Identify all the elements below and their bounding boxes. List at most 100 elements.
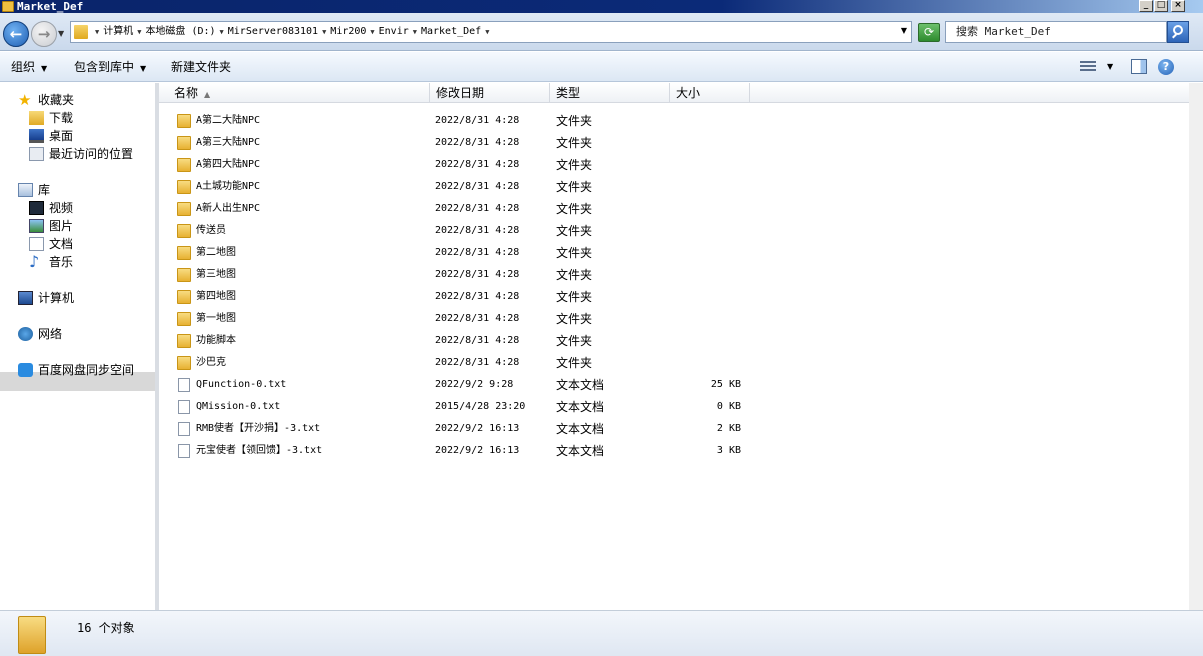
file-type: 文件夹	[556, 334, 593, 348]
include-label: 包含到库中	[74, 60, 135, 74]
desktop-icon	[29, 129, 44, 143]
file-date: 2022/8/31 4:28	[435, 115, 520, 126]
folder-icon	[177, 246, 191, 260]
chevron-down-icon[interactable]: ▼	[322, 28, 326, 36]
views-icon[interactable]	[1080, 61, 1096, 73]
column-label: 名称	[174, 86, 199, 100]
details-pane: 16 个对象	[0, 610, 1203, 656]
column-header-date[interactable]: 修改日期	[430, 83, 550, 103]
breadcrumb-item[interactable]: MirServer083101	[228, 26, 318, 37]
file-size	[669, 220, 741, 242]
video-icon	[29, 201, 44, 215]
folder-icon	[177, 136, 191, 150]
column-header-name[interactable]: 名称 ▲	[168, 83, 430, 103]
chevron-down-icon[interactable]: ▼	[370, 28, 374, 36]
title-bar: Market_Def _ □ ×	[0, 0, 1203, 13]
file-date: 2022/8/31 4:28	[435, 269, 520, 280]
help-icon[interactable]: ?	[1158, 59, 1174, 75]
folder-icon	[177, 158, 191, 172]
file-row[interactable]: 传送员 2022/8/31 4:28 文件夹	[159, 220, 1189, 242]
file-row[interactable]: RMB使者【开沙捐】-3.txt 2022/9/2 16:13 文本文档 2 KB	[159, 418, 1189, 440]
breadcrumb-item[interactable]: 本地磁盘 (D:)	[145, 26, 215, 37]
close-button[interactable]: ×	[1171, 0, 1185, 12]
breadcrumb-item[interactable]: Envir	[379, 26, 409, 37]
search-icon[interactable]	[1167, 21, 1189, 43]
chevron-down-icon[interactable]: ▼	[220, 28, 224, 36]
computer-icon	[18, 291, 33, 305]
organize-button[interactable]: 组织 ▼	[11, 59, 47, 77]
file-row[interactable]: A第三大陆NPC 2022/8/31 4:28 文件夹	[159, 132, 1189, 154]
file-size	[669, 198, 741, 220]
maximize-button[interactable]: □	[1154, 0, 1168, 12]
file-list: 名称 ▲ 修改日期 类型 大小 A第二大陆NPC 2022/8/31 4:28 文件夹…	[159, 83, 1189, 610]
file-type: 文件夹	[556, 136, 593, 150]
window-title: Market_Def	[17, 0, 84, 13]
folder-icon	[2, 1, 14, 12]
file-name: A新人出生NPC	[196, 203, 261, 214]
file-type: 文件夹	[556, 180, 593, 194]
file-name: A土城功能NPC	[196, 181, 261, 192]
file-size	[669, 330, 741, 352]
file-row[interactable]: A第二大陆NPC 2022/8/31 4:28 文件夹	[159, 110, 1189, 132]
column-header-type[interactable]: 类型	[550, 83, 670, 103]
file-date: 2022/8/31 4:28	[435, 181, 520, 192]
address-dropdown-icon[interactable]: ▼	[901, 26, 907, 35]
column-header-size[interactable]: 大小	[670, 83, 750, 103]
file-row[interactable]: QMission-0.txt 2015/4/28 23:20 文本文档 0 KB	[159, 396, 1189, 418]
network-icon	[18, 327, 33, 341]
file-type: 文本文档	[556, 378, 605, 392]
breadcrumb-item[interactable]: 计算机	[103, 26, 133, 37]
navigation-pane: ★ 收藏夹 下载 桌面 最近访问的位置 库 视频 图片 文档 ♪ 音乐 计算机 …	[0, 83, 155, 610]
minimize-button[interactable]: _	[1139, 0, 1153, 12]
recent-pages-chevron-icon[interactable]: ▼	[58, 29, 64, 38]
picture-icon	[29, 219, 44, 233]
folder-icon	[177, 180, 191, 194]
file-row[interactable]: QFunction-0.txt 2022/9/2 9:28 文本文档 25 KB	[159, 374, 1189, 396]
file-name: A第四大陆NPC	[196, 159, 261, 170]
address-bar[interactable]: ▼ 计算机 ▼ 本地磁盘 (D:) ▼ MirServer083101 ▼ Mir200 ▼ En…	[70, 21, 912, 43]
refresh-button[interactable]: ⟳	[918, 23, 940, 42]
chevron-down-icon[interactable]: ▼	[95, 28, 99, 36]
file-row[interactable]: A新人出生NPC 2022/8/31 4:28 文件夹	[159, 198, 1189, 220]
file-size	[669, 242, 741, 264]
file-date: 2022/8/31 4:28	[435, 335, 520, 346]
forward-button[interactable]: →	[31, 21, 57, 47]
file-name: 第四地图	[196, 291, 236, 302]
file-size	[669, 176, 741, 198]
file-row[interactable]: 第二地图 2022/8/31 4:28 文件夹	[159, 242, 1189, 264]
search-input[interactable]: 搜索 Market_Def	[945, 21, 1167, 43]
file-row[interactable]: A第四大陆NPC 2022/8/31 4:28 文件夹	[159, 154, 1189, 176]
file-size	[669, 286, 741, 308]
back-button[interactable]: ←	[3, 21, 29, 47]
file-type: 文件夹	[556, 158, 593, 172]
music-note-icon: ♪	[29, 252, 40, 271]
file-row[interactable]: 第一地图 2022/8/31 4:28 文件夹	[159, 308, 1189, 330]
preview-pane-icon[interactable]	[1131, 59, 1147, 74]
breadcrumb-item[interactable]: Market_Def	[421, 26, 481, 37]
views-chevron-icon[interactable]: ▼	[1107, 62, 1113, 71]
folder-icon	[177, 334, 191, 348]
file-name: 元宝使者【领回馈】-3.txt	[196, 445, 323, 456]
file-name: 第二地图	[196, 247, 236, 258]
new-folder-button[interactable]: 新建文件夹	[171, 59, 231, 75]
text-file-icon	[178, 422, 190, 436]
sort-up-icon: ▲	[204, 90, 211, 99]
nav-label: 库	[38, 183, 51, 197]
include-in-library-button[interactable]: 包含到库中 ▼	[74, 59, 146, 77]
chevron-down-icon[interactable]: ▼	[485, 28, 489, 36]
file-date: 2022/8/31 4:28	[435, 357, 520, 368]
chevron-down-icon[interactable]: ▼	[137, 28, 141, 36]
file-row[interactable]: A土城功能NPC 2022/8/31 4:28 文件夹	[159, 176, 1189, 198]
file-row[interactable]: 元宝使者【领回馈】-3.txt 2022/9/2 16:13 文本文档 3 KB	[159, 440, 1189, 462]
text-file-icon	[178, 444, 190, 458]
file-row[interactable]: 第三地图 2022/8/31 4:28 文件夹	[159, 264, 1189, 286]
file-date: 2022/8/31 4:28	[435, 313, 520, 324]
nav-label: 文档	[49, 237, 74, 251]
file-row[interactable]: 功能脚本 2022/8/31 4:28 文件夹	[159, 330, 1189, 352]
file-row[interactable]: 沙巴克 2022/8/31 4:28 文件夹	[159, 352, 1189, 374]
file-row[interactable]: 第四地图 2022/8/31 4:28 文件夹	[159, 286, 1189, 308]
breadcrumb-item[interactable]: Mir200	[330, 26, 366, 37]
breadcrumb: ▼ 计算机 ▼ 本地磁盘 (D:) ▼ MirServer083101 ▼ Mir200 ▼ En…	[95, 25, 493, 39]
chevron-down-icon[interactable]: ▼	[413, 28, 417, 36]
scrollbar[interactable]	[1189, 83, 1203, 610]
